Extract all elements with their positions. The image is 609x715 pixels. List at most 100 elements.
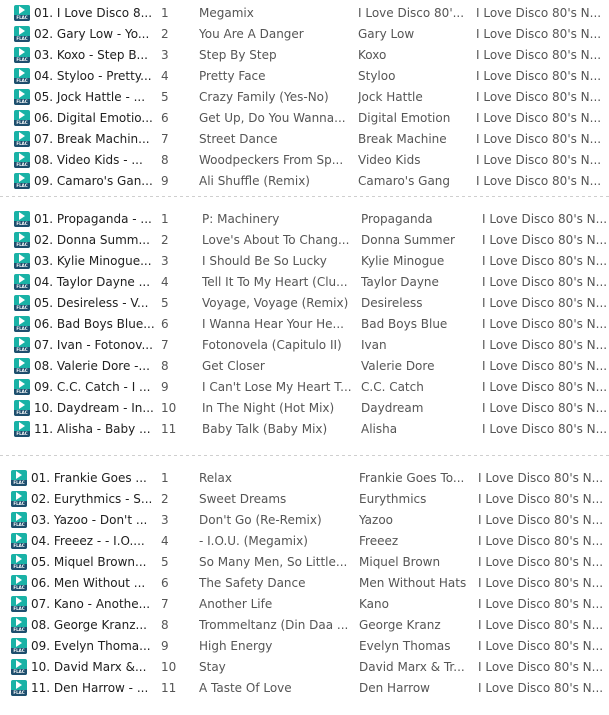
- track-artist: Ivan: [361, 338, 387, 352]
- file-row[interactable]: FLAC 11. Den Harrow - ... 11 A Taste Of Lov…: [0, 678, 609, 699]
- track-title: Street Dance: [199, 132, 278, 146]
- flac-label: FLAC: [14, 368, 30, 374]
- file-row[interactable]: FLAC 09. Camaro's Gan... 9 Ali Shuffle (Rem…: [0, 171, 609, 192]
- flac-label: FLAC: [14, 36, 30, 42]
- track-title: Don't Go (Re-Remix): [199, 513, 322, 527]
- file-row[interactable]: FLAC 04. Styloo - Pretty... 4 Pretty Face St…: [0, 66, 609, 87]
- track-album: I Love Disco 80's N...: [482, 254, 608, 268]
- file-row[interactable]: FLAC 04. Taylor Dayne ... 4 Tell It To My H…: [0, 272, 609, 293]
- track-number: 7: [161, 338, 169, 352]
- track-title: Trommeltanz (Din Daa ...: [199, 618, 349, 632]
- file-row[interactable]: FLAC 08. George Kranz... 8 Trommeltanz (Din…: [0, 615, 609, 636]
- track-title: The Safety Dance: [199, 576, 306, 590]
- track-album: I Love Disco 80's N...: [478, 555, 604, 569]
- play-icon: [19, 90, 25, 98]
- file-row[interactable]: FLAC 02. Gary Low - Yo... 2 You Are A Dange…: [0, 24, 609, 45]
- file-row[interactable]: FLAC 08. Valerie Dore -... 8 Get Closer Vale…: [0, 356, 609, 377]
- track-album: I Love Disco 80's N...: [478, 576, 604, 590]
- file-row[interactable]: FLAC 02. Eurythmics - S... 2 Sweet Dreams Eu…: [0, 489, 609, 510]
- track-number: 9: [161, 380, 169, 394]
- file-row[interactable]: FLAC 06. Men Without ... 6 The Safety Dance…: [0, 573, 609, 594]
- play-icon: [16, 492, 22, 500]
- track-title: Baby Talk (Baby Mix): [202, 422, 328, 436]
- file-row[interactable]: FLAC 07. Ivan - Fotonov... 7 Fotonovela (Ca…: [0, 335, 609, 356]
- play-icon: [16, 534, 22, 542]
- track-artist: Digital Emotion: [358, 111, 451, 125]
- file-name: 08. Valerie Dore -...: [34, 359, 150, 373]
- flac-file-icon: FLAC: [11, 575, 27, 591]
- track-number: 6: [161, 317, 169, 331]
- file-name: 06. Digital Emotio...: [34, 111, 153, 125]
- file-row[interactable]: FLAC 03. Kylie Minogue... 3 I Should Be So …: [0, 251, 609, 272]
- file-name: 03. Yazoo - Don't ...: [31, 513, 148, 527]
- file-row[interactable]: FLAC 06. Digital Emotio... 6 Get Up, Do You…: [0, 108, 609, 129]
- track-album: I Love Disco 80's N...: [478, 681, 604, 695]
- play-icon: [16, 597, 22, 605]
- track-title: Tell It To My Heart (Clu...: [202, 275, 348, 289]
- track-title: Love's About To Chang...: [202, 233, 350, 247]
- flac-file-icon: FLAC: [14, 379, 30, 395]
- track-album: I Love Disco 80's N...: [482, 380, 608, 394]
- flac-label: FLAC: [11, 690, 27, 696]
- flac-file-icon: FLAC: [11, 491, 27, 507]
- file-row[interactable]: FLAC 01. I Love Disco 8... 1 Megamix I Love …: [0, 3, 609, 24]
- file-name: 11. Alisha - Baby ...: [34, 422, 151, 436]
- flac-file-icon: FLAC: [14, 26, 30, 42]
- track-artist: I Love Disco 80'...: [358, 6, 465, 20]
- track-album: I Love Disco 80's N...: [478, 492, 604, 506]
- file-row[interactable]: FLAC 05. Desireless - V... 5 Voyage, Voyage…: [0, 293, 609, 314]
- file-row[interactable]: FLAC 07. Kano - Anothe... 7 Another Life Kan…: [0, 594, 609, 615]
- track-album: I Love Disco 80's N...: [482, 296, 608, 310]
- track-number: 5: [161, 90, 169, 104]
- file-list: FLAC 01. Frankie Goes ... 1 Relax Frankie Go…: [0, 468, 609, 699]
- track-number: 1: [161, 6, 169, 20]
- file-name: 07. Break Machin...: [34, 132, 150, 146]
- file-name: 08. Video Kids - ...: [34, 153, 143, 167]
- flac-file-icon: FLAC: [14, 68, 30, 84]
- flac-file-icon: FLAC: [14, 47, 30, 63]
- flac-label: FLAC: [14, 15, 30, 21]
- file-row[interactable]: FLAC 11. Alisha - Baby ... 11 Baby Talk (Ba…: [0, 419, 609, 440]
- file-row[interactable]: FLAC 07. Break Machin... 7 Street Dance Brea…: [0, 129, 609, 150]
- track-number: 8: [161, 618, 169, 632]
- track-artist: Jock Hattle: [358, 90, 423, 104]
- flac-label: FLAC: [11, 606, 27, 612]
- file-row[interactable]: FLAC 03. Yazoo - Don't ... 3 Don't Go (Re-R…: [0, 510, 609, 531]
- flac-file-icon: FLAC: [11, 617, 27, 633]
- file-row[interactable]: FLAC 09. C.C. Catch - I ... 9 I Can't Lose …: [0, 377, 609, 398]
- play-icon: [16, 555, 22, 563]
- track-artist: Yazoo: [359, 513, 394, 527]
- file-row[interactable]: FLAC 09. Evelyn Thoma... 9 High Energy Evely…: [0, 636, 609, 657]
- file-row[interactable]: FLAC 01. Frankie Goes ... 1 Relax Frankie Go…: [0, 468, 609, 489]
- flac-file-icon: FLAC: [11, 659, 27, 675]
- flac-label: FLAC: [14, 162, 30, 168]
- file-row[interactable]: FLAC 05. Miquel Brown... 5 So Many Men, So …: [0, 552, 609, 573]
- file-row[interactable]: FLAC 10. David Marx &... 10 Stay David Marx …: [0, 657, 609, 678]
- track-artist: Valerie Dore: [361, 359, 435, 373]
- flac-label: FLAC: [14, 242, 30, 248]
- track-title: Step By Step: [199, 48, 277, 62]
- file-name: 07. Ivan - Fotonov...: [34, 338, 153, 352]
- file-name: 02. Gary Low - Yo...: [34, 27, 150, 41]
- file-row[interactable]: FLAC 04. Freeez - - I.O.... 4 - I.O.U. (Meg…: [0, 531, 609, 552]
- track-album: I Love Disco 80's N...: [476, 174, 602, 188]
- flac-file-icon: FLAC: [14, 421, 30, 437]
- file-name: 11. Den Harrow - ...: [31, 681, 149, 695]
- track-artist: Frankie Goes To...: [359, 471, 465, 485]
- track-title: Voyage, Voyage (Remix): [202, 296, 349, 310]
- file-row[interactable]: FLAC 08. Video Kids - ... 8 Woodpeckers Fro…: [0, 150, 609, 171]
- track-number: 1: [161, 212, 169, 226]
- file-row[interactable]: FLAC 01. Propaganda - ... 1 P: Machinery Pro…: [0, 209, 609, 230]
- file-row[interactable]: FLAC 03. Koxo - Step B... 3 Step By Step Kox…: [0, 45, 609, 66]
- play-icon: [19, 48, 25, 56]
- file-row[interactable]: FLAC 10. Daydream - In... 10 In The Night (…: [0, 398, 609, 419]
- file-row[interactable]: FLAC 05. Jock Hattle - ... 5 Crazy Family (…: [0, 87, 609, 108]
- file-row[interactable]: FLAC 02. Donna Summ... 2 Love's About To Ch…: [0, 230, 609, 251]
- track-album: I Love Disco 80's N...: [482, 233, 608, 247]
- track-album: I Love Disco 80's N...: [476, 6, 602, 20]
- file-name: 09. Camaro's Gan...: [34, 174, 153, 188]
- track-number: 4: [161, 534, 169, 548]
- flac-label: FLAC: [14, 78, 30, 84]
- file-row[interactable]: FLAC 06. Bad Boys Blue... 6 I Wanna Hear Yo…: [0, 314, 609, 335]
- play-icon: [19, 6, 25, 14]
